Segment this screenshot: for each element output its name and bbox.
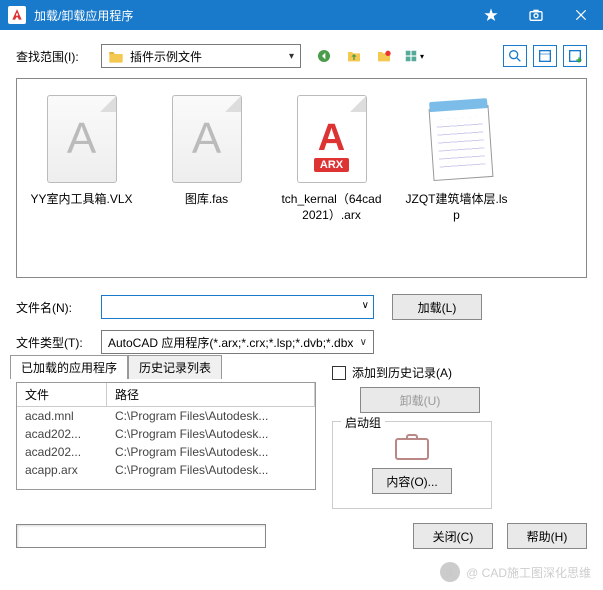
file-item[interactable]: AARX tch_kernal（64cad2021）.arx: [279, 91, 384, 223]
back-icon[interactable]: [313, 45, 335, 67]
look-in-combo[interactable]: 插件示例文件 ▾: [101, 44, 301, 68]
file-item[interactable]: A 图库.fas: [154, 91, 259, 208]
file-name: tch_kernal（64cad2021）.arx: [279, 192, 384, 223]
contents-button[interactable]: 内容(O)...: [372, 468, 452, 494]
tool-window-icon[interactable]: [533, 45, 557, 67]
close-button[interactable]: 关闭(C): [413, 523, 493, 549]
add-history-label: 添加到历史记录(A): [352, 364, 452, 381]
new-folder-icon[interactable]: [373, 45, 395, 67]
file-name: 图库.fas: [154, 192, 259, 208]
list-row[interactable]: acad.mnlC:\Program Files\Autodesk...: [17, 407, 315, 425]
filetype-value: AutoCAD 应用程序(*.arx;*.crx;*.lsp;*.dvb;*.d…: [108, 334, 353, 351]
lsp-file-icon: [417, 95, 497, 183]
folder-icon: [108, 49, 124, 63]
file-item[interactable]: JZQT建筑墙体层.lsp: [404, 91, 509, 223]
status-input[interactable]: [16, 524, 266, 548]
watermark: 头 @ CAD施工图深化思维: [440, 562, 591, 582]
filetype-label: 文件类型(T):: [16, 334, 101, 351]
file-name: JZQT建筑墙体层.lsp: [404, 192, 509, 223]
chevron-down-icon: ∨: [362, 300, 369, 311]
list-row[interactable]: acad202...C:\Program Files\Autodesk...: [17, 425, 315, 443]
titlebar: 加载/卸载应用程序: [0, 0, 603, 30]
column-path[interactable]: 路径: [107, 383, 315, 406]
file-icon: A: [47, 95, 117, 183]
look-in-row: 查找范围(I): 插件示例文件 ▾ ▾: [16, 44, 587, 68]
file-name: YY室内工具箱.VLX: [29, 192, 134, 208]
camera-icon[interactable]: [513, 0, 558, 30]
briefcase-icon: [395, 434, 429, 460]
unload-button[interactable]: 卸载(U): [360, 387, 480, 413]
loaded-apps-group: 已加载的应用程序 历史记录列表 文件 路径 acad.mnlC:\Program…: [16, 364, 316, 504]
help-button[interactable]: 帮助(H): [507, 523, 587, 549]
app-icon: [8, 6, 26, 24]
file-icon: A: [172, 95, 242, 183]
column-file[interactable]: 文件: [17, 383, 107, 406]
loaded-apps-list[interactable]: 文件 路径 acad.mnlC:\Program Files\Autodesk.…: [16, 382, 316, 490]
add-history-row[interactable]: 添加到历史记录(A): [332, 364, 587, 381]
tab-loaded-apps[interactable]: 已加载的应用程序: [10, 355, 128, 379]
up-folder-icon[interactable]: [343, 45, 365, 67]
file-list-area[interactable]: A YY室内工具箱.VLX A 图库.fas AARX tch_kernal（6…: [16, 78, 587, 278]
view-menu-icon[interactable]: ▾: [403, 45, 425, 67]
window-title: 加载/卸载应用程序: [34, 7, 468, 24]
filename-input[interactable]: ∨: [101, 295, 374, 319]
close-icon[interactable]: [558, 0, 603, 30]
tool-add-icon[interactable]: [563, 45, 587, 67]
star-icon[interactable]: [468, 0, 513, 30]
filename-label: 文件名(N):: [16, 299, 101, 316]
list-row[interactable]: acapp.arxC:\Program Files\Autodesk...: [17, 461, 315, 479]
add-history-checkbox[interactable]: [332, 366, 346, 380]
load-button[interactable]: 加载(L): [392, 294, 482, 320]
list-row[interactable]: acad202...C:\Program Files\Autodesk...: [17, 443, 315, 461]
chevron-down-icon: ▾: [289, 51, 294, 62]
arx-file-icon: AARX: [297, 95, 367, 183]
startup-legend: 启动组: [341, 414, 385, 431]
file-item[interactable]: A YY室内工具箱.VLX: [29, 91, 134, 208]
filetype-combo[interactable]: AutoCAD 应用程序(*.arx;*.crx;*.lsp;*.dvb;*.d…: [101, 330, 374, 354]
avatar-icon: 头: [440, 562, 460, 582]
tab-history[interactable]: 历史记录列表: [128, 355, 222, 379]
startup-group: 启动组 内容(O)...: [332, 421, 492, 509]
tool-search-icon[interactable]: [503, 45, 527, 67]
chevron-down-icon: ∨: [360, 337, 367, 348]
look-in-value: 插件示例文件: [130, 48, 202, 65]
look-in-label: 查找范围(I):: [16, 48, 101, 65]
